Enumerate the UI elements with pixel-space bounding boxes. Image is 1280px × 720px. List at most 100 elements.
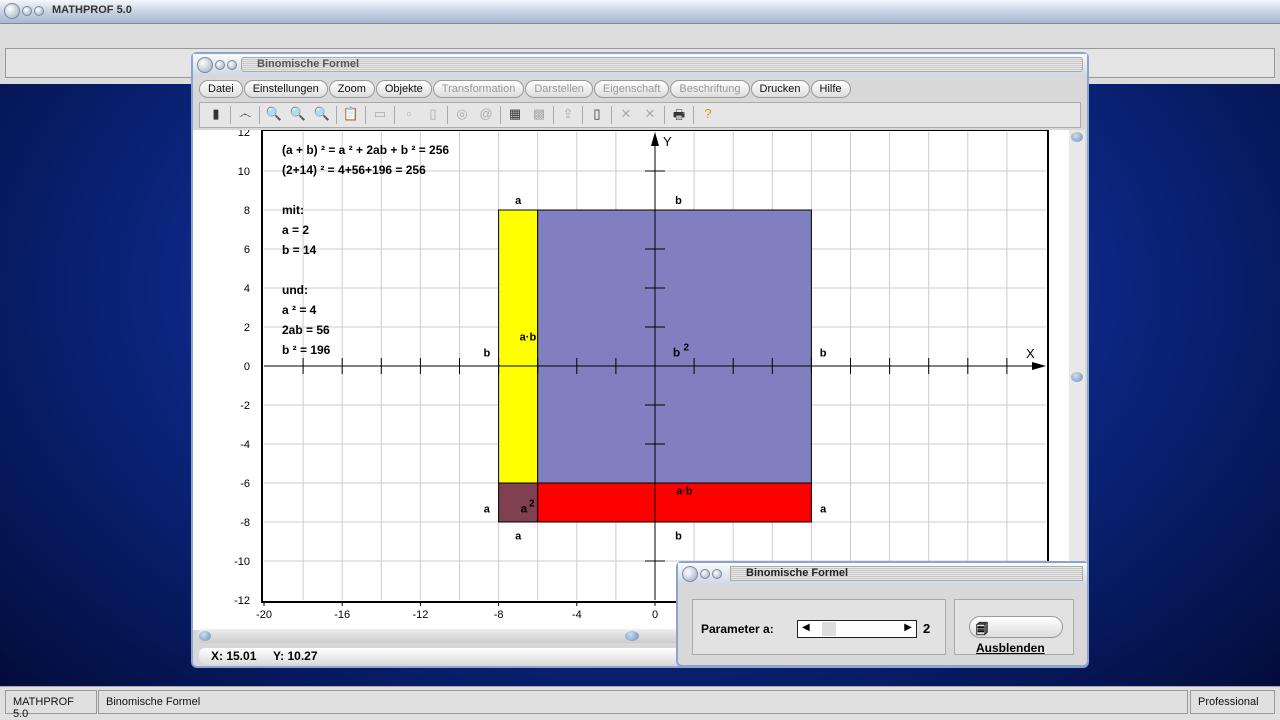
label-a: a — [515, 531, 522, 543]
x-tick-label: 0 — [652, 609, 658, 621]
image-icon[interactable]: ▩ — [529, 106, 549, 124]
zoom-in-icon[interactable]: 🔍 — [312, 106, 332, 124]
window-button-icon[interactable] — [22, 6, 32, 16]
parameter-label: Parameter a: — [701, 622, 774, 636]
superscript-2: 2 — [529, 498, 535, 509]
arrow-left-icon[interactable]: ◀ — [802, 622, 810, 633]
plot-canvas[interactable]: -20 -16 -12 -8 -4 0 12 10 8 6 4 2 0 -2 -4 -6 -8 -10 -12 X Y (… — [193, 130, 1069, 630]
dialog-title: Binomische Formel — [746, 567, 849, 579]
zoom-reset-icon[interactable]: 🔍 — [288, 106, 308, 124]
y-tick-label: -6 — [240, 478, 250, 490]
menu-drucken[interactable]: Drucken — [750, 80, 810, 98]
window-button-icon[interactable] — [197, 57, 213, 73]
status-bar: MATHPROF 5.0 Binomische Formel Professio… — [0, 686, 1280, 720]
panel-icon[interactable]: ▮ — [206, 106, 226, 124]
menu-bar: Datei Einstellungen Zoom Objekte Transformat… — [199, 80, 851, 98]
y-tick-label: -2 — [240, 400, 250, 412]
window-button-icon[interactable] — [227, 60, 237, 70]
zoom-out-icon[interactable]: 🔍 — [264, 106, 284, 124]
label-a: a — [515, 195, 522, 207]
menu-eigenschaft[interactable]: Eigenschaft — [593, 80, 670, 98]
formula-line: a ² = 4 — [282, 303, 317, 317]
x-tick-label: -20 — [256, 609, 272, 621]
formula-line: (2+14) ² = 4+56+196 = 256 — [282, 163, 426, 177]
x-tick-label: -4 — [572, 609, 582, 621]
label-b: b — [675, 531, 682, 543]
y-tick-label: 10 — [238, 166, 250, 178]
label-ab: a·b — [676, 486, 693, 498]
parameter-value: 2 — [923, 621, 931, 636]
y-tick-label: 0 — [244, 361, 250, 373]
clipboard-icon[interactable]: 📋 — [341, 106, 361, 124]
y-coordinate: Y: 10.27 — [273, 649, 318, 663]
label-b: b — [820, 347, 827, 359]
window-button-icon[interactable] — [682, 566, 698, 582]
menu-objekte[interactable]: Objekte — [375, 80, 432, 98]
label-a-squared: a — [521, 501, 528, 515]
app-title: MATHPROF 5.0 — [52, 4, 132, 16]
x-tick-label: -12 — [412, 609, 428, 621]
window-button-icon[interactable] — [4, 3, 20, 19]
horizontal-scrollbar[interactable] — [197, 629, 681, 643]
values-icon[interactable]: ▯ — [423, 106, 443, 124]
label-b-squared: b — [673, 345, 680, 359]
menu-transformation[interactable]: Transformation — [432, 80, 525, 98]
app-titlebar: MATHPROF 5.0 — [0, 0, 1280, 24]
menu-hilfe[interactable]: Hilfe — [810, 80, 851, 98]
status-app: MATHPROF 5.0 — [5, 690, 97, 720]
window-button-icon[interactable] — [34, 6, 44, 16]
cross-icon[interactable]: ✕ — [616, 106, 636, 124]
formula-line: b ² = 196 — [282, 343, 331, 357]
help-icon[interactable]: ? — [698, 106, 718, 124]
window-button-icon[interactable] — [215, 60, 225, 70]
formula-line: 2ab = 56 — [282, 323, 330, 337]
formula-line: a = 2 — [282, 223, 309, 237]
x-tick-label: -8 — [494, 609, 504, 621]
menu-zoom[interactable]: Zoom — [328, 80, 375, 98]
status-document: Binomische Formel — [98, 690, 1188, 714]
label-a: a — [484, 503, 491, 515]
y-tick-label: -8 — [240, 517, 250, 529]
formula-line: mit: — [282, 203, 304, 217]
window-icon[interactable]: ▭ — [370, 106, 390, 124]
menu-beschriftung[interactable]: Beschriftung — [670, 80, 750, 98]
export-icon[interactable]: ⇪ — [558, 106, 578, 124]
label-a: a — [820, 503, 827, 515]
label-b: b — [675, 195, 682, 207]
menu-einstellungen[interactable]: Einstellungen — [243, 80, 328, 98]
pages-icon[interactable]: ▯ — [587, 106, 607, 124]
glasses-icon[interactable]: ෴ — [235, 106, 255, 124]
label-b: b — [484, 347, 491, 359]
window-titlebar: Binomische Formel — [193, 54, 1087, 76]
superscript-2: 2 — [683, 342, 689, 353]
window-title: Binomische Formel — [257, 58, 360, 70]
y-axis-label: Y — [663, 134, 672, 149]
menu-datei[interactable]: Datei — [199, 80, 243, 98]
formula-line: (a + b) ² = a ² + 2ab + b ² = 256 — [282, 143, 449, 157]
cross-all-icon[interactable]: ✕ — [640, 106, 660, 124]
y-tick-label: -10 — [234, 556, 250, 568]
window-button-icon[interactable] — [712, 569, 722, 579]
x-coordinate: X: 15.01 — [211, 649, 257, 663]
table-icon[interactable]: ▦ — [505, 106, 525, 124]
formula-line: und: — [282, 283, 308, 297]
y-tick-label: 6 — [244, 244, 250, 256]
menu-darstellen[interactable]: Darstellen — [525, 80, 593, 98]
label-ab: a·b — [520, 332, 537, 344]
box-icon[interactable]: ▫ — [399, 106, 419, 124]
slider-thumb[interactable] — [822, 622, 836, 636]
y-tick-label: 12 — [238, 130, 250, 139]
circle-icon[interactable]: ◎ — [452, 106, 472, 124]
window-button-icon[interactable] — [700, 569, 710, 579]
arrow-right-icon[interactable]: ▶ — [904, 622, 912, 633]
hide-button[interactable]: 🗐 Ausblenden — [969, 616, 1063, 655]
x-tick-label: -16 — [334, 609, 350, 621]
toolbar: ▮ ෴ 🔍 🔍 🔍 📋 ▭ ▫ ▯ ◎ @ ▦ ▩ ⇪ ▯ ✕ ✕ 🖶 ? — [199, 102, 1081, 128]
hide-icon: 🗐 — [976, 622, 988, 636]
print-icon[interactable]: 🖶 — [669, 106, 689, 124]
vertical-scrollbar[interactable] — [1069, 130, 1085, 630]
parameter-a-slider[interactable]: ◀ ▶ — [797, 620, 917, 638]
x-axis-label: X — [1026, 346, 1035, 361]
area-rect — [498, 209, 539, 484]
at-icon[interactable]: @ — [476, 106, 496, 124]
